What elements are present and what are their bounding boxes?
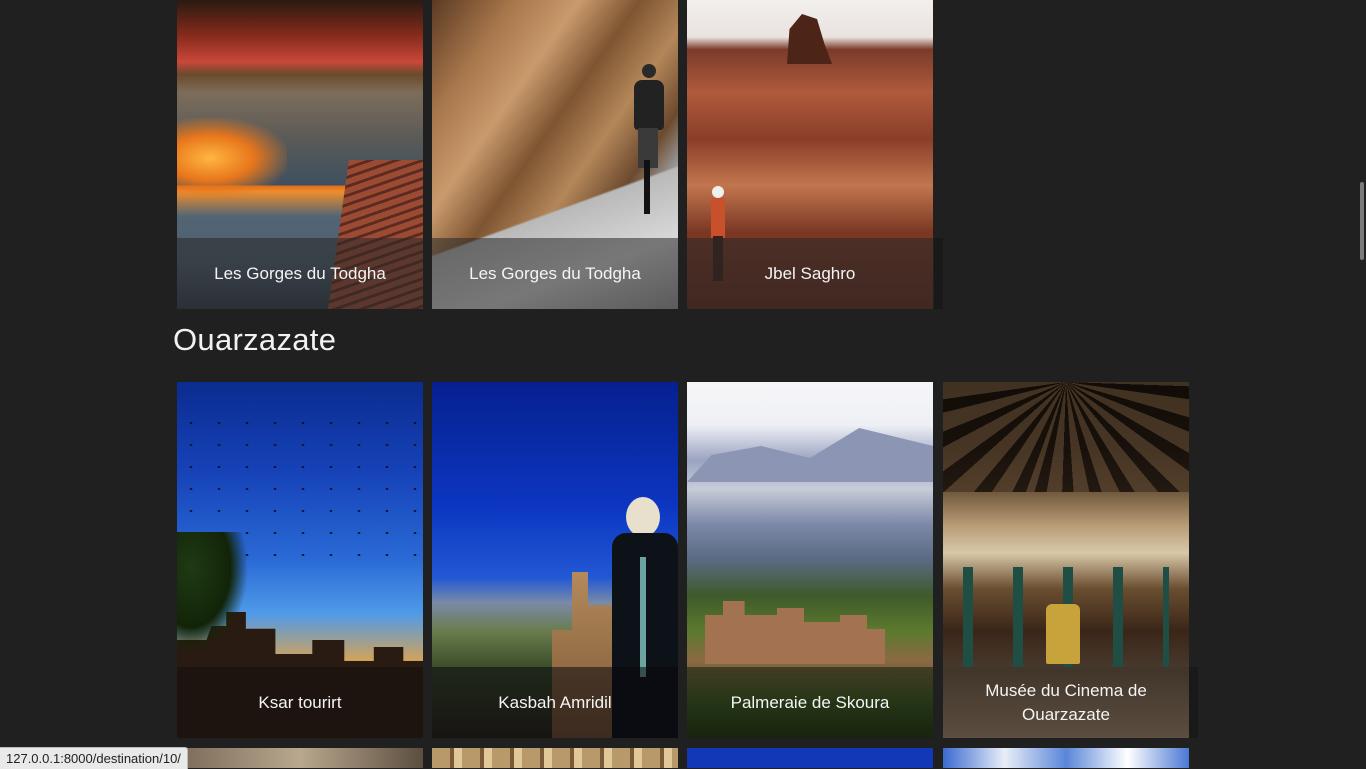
card-caption: Ksar tourirt	[177, 667, 423, 738]
destination-card-next-1[interactable]	[177, 748, 423, 768]
ornate-arches-photo	[432, 748, 678, 768]
destination-card-ksar-tourirt[interactable]: Ksar tourirt	[177, 382, 423, 738]
kasbah-shape	[705, 601, 885, 664]
sand-dunes-photo	[177, 748, 423, 768]
snowy-peaks-shape	[687, 428, 933, 482]
page-scrollbar[interactable]	[1360, 182, 1364, 260]
card-shadow	[1189, 667, 1198, 738]
status-bar-url: 127.0.0.1:8000/destination/10/	[0, 747, 188, 769]
blue-sky-photo	[687, 748, 933, 768]
card-caption: Jbel Saghro	[687, 238, 933, 309]
destination-card-todgha-1[interactable]: Les Gorges du Todgha	[177, 0, 423, 309]
destination-card-kasbah-amridil[interactable]: Kasbah Amridil	[432, 382, 678, 738]
glow-shape	[177, 118, 287, 198]
card-caption: Kasbah Amridil	[432, 667, 678, 738]
destination-card-jbel-saghro[interactable]: Jbel Saghro	[687, 0, 933, 309]
card-caption: Les Gorges du Todgha	[177, 238, 423, 309]
destination-card-next-2[interactable]	[432, 748, 678, 768]
cloudy-sky-photo	[943, 748, 1189, 768]
rock-formation-shape	[787, 14, 832, 64]
throne-shape	[1046, 604, 1080, 664]
card-caption: Musée du Cinema de Ouarzazate	[943, 667, 1189, 738]
destination-card-musee-cinema[interactable]: Musée du Cinema de Ouarzazate	[943, 382, 1189, 738]
dome-ribs-shape	[943, 382, 1189, 492]
card-caption: Palmeraie de Skoura	[687, 667, 933, 738]
card-shadow	[934, 238, 943, 309]
section-title: Ouarzazate	[173, 322, 337, 357]
palm-shape	[177, 532, 247, 652]
destination-card-todgha-2[interactable]: Les Gorges du Todgha	[432, 0, 678, 309]
card-caption: Les Gorges du Todgha	[432, 238, 678, 309]
destination-card-next-3[interactable]	[687, 748, 933, 768]
destination-card-palmeraie-skoura[interactable]: Palmeraie de Skoura	[687, 382, 933, 738]
destination-card-next-4[interactable]	[943, 748, 1189, 768]
cyclist-shape	[628, 64, 668, 214]
